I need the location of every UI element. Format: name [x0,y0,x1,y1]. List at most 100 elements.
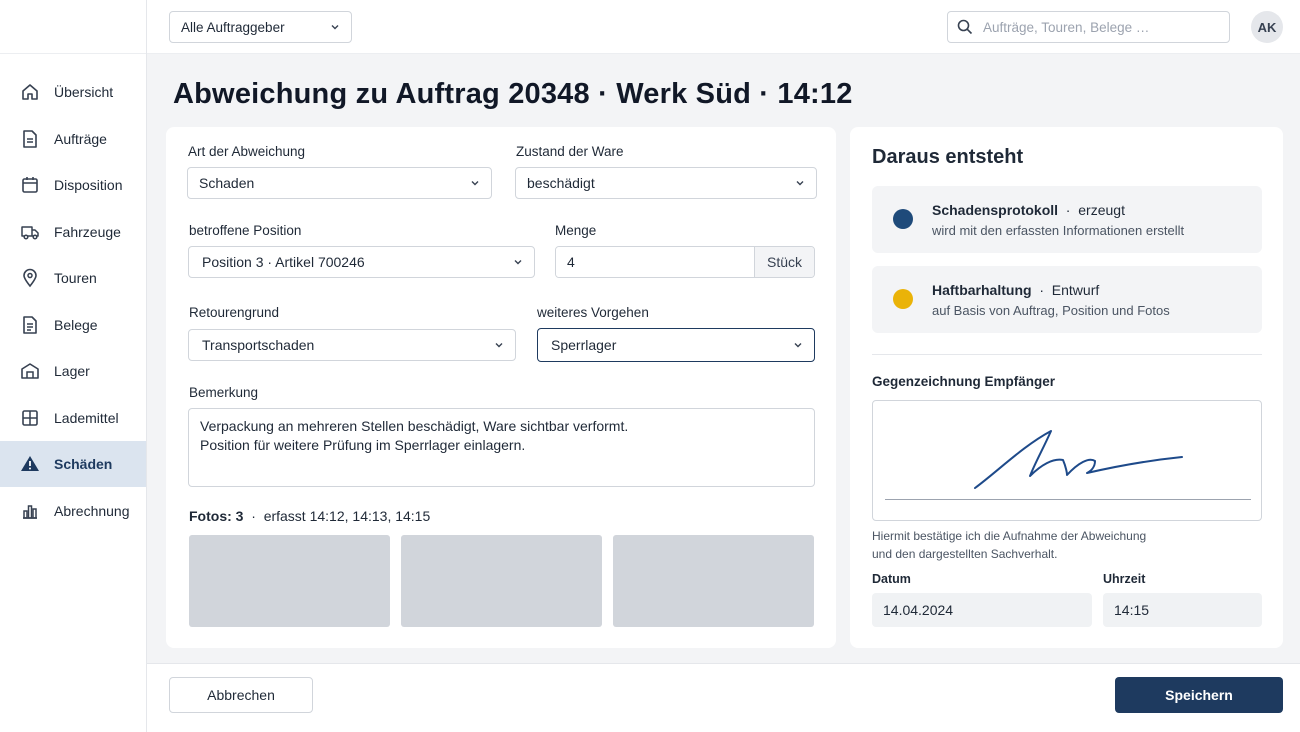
client-select[interactable]: Alle Auftraggeber [169,11,352,43]
zustand-label: Zustand der Ware [516,144,624,159]
result-item-schadensprotokoll: Schadensprotokoll · erzeugt wird mit den… [872,186,1262,253]
photo-thumbnail[interactable] [613,535,814,627]
save-button[interactable]: Speichern [1115,677,1283,713]
warehouse-icon [20,361,40,381]
sidebar-item-fahrzeuge[interactable]: Fahrzeuge [0,209,146,255]
divider [872,354,1262,355]
sidebar-item-label: Übersicht [54,84,114,100]
menge-field[interactable]: Stück [555,246,815,278]
uhrzeit-field[interactable]: 14:15 [1103,593,1262,627]
datum-label: Datum [872,572,911,586]
photos-count: Fotos: 3 [189,508,244,524]
result-item-desc: wird mit den erfassten Informationen ers… [932,223,1185,238]
datum-field[interactable]: 14.04.2024 [872,593,1092,627]
bemerkung-textarea[interactable]: Verpackung an mehreren Stellen beschädig… [188,408,815,487]
sidebar-item-auftraege[interactable]: Aufträge [0,116,146,162]
receipt-icon [20,315,40,335]
sidebar-item-label: Lager [54,363,90,379]
signature-pad[interactable] [872,400,1262,521]
top-bar: Alle Auftraggeber AK [147,0,1300,54]
photo-thumbnail[interactable] [189,535,390,627]
sidebar-item-uebersicht[interactable]: Übersicht [0,69,146,115]
cancel-button[interactable]: Abbrechen [169,677,313,713]
avatar[interactable]: AK [1251,11,1283,43]
vorgehen-label: weiteres Vorgehen [537,305,649,320]
result-item-name: Schadensprotokoll [932,202,1059,218]
art-select[interactable]: Schaden [187,167,492,199]
chevron-down-icon [471,181,479,186]
client-select-value: Alle Auftraggeber [181,19,285,35]
separator-dot: · [1061,202,1075,218]
result-item-haftbarhaltung: Haftbarhaltung · Entwurf auf Basis von A… [872,266,1262,333]
menge-input[interactable] [556,247,754,277]
zustand-select[interactable]: beschädigt [515,167,817,199]
menge-label: Menge [555,223,597,238]
sidebar-item-disposition[interactable]: Disposition [0,162,146,208]
sidebar-item-label: Belege [54,316,98,333]
result-item-status: erzeugt [1078,202,1125,218]
sidebar-item-abrechnung[interactable]: Abrechnung [0,488,146,534]
chevron-down-icon [331,25,339,30]
bemerkung-line: Verpackung an mehreren Stellen beschädig… [200,418,629,434]
result-item-status: Entwurf [1051,282,1100,298]
confirmation-line: Hiermit bestätige ich die Aufnahme der A… [872,529,1147,543]
chevron-down-icon [495,343,503,348]
result-title: Daraus entsteht [872,146,1024,168]
result-card: Daraus entsteht Schadensprotokoll · erze… [850,127,1283,648]
photos-times: erfasst 14:12, 14:13, 14:15 [263,508,431,524]
signature-label: Gegenzeichnung Empfänger [872,374,1056,389]
zustand-select-value: beschädigt [527,175,595,191]
retourengrund-select-value: Transportschaden [202,337,315,353]
chevron-down-icon [514,260,522,265]
page-title: Abweichung zu Auftrag 20348 · Werk Süd ·… [173,78,853,110]
confirmation-text: Hiermit bestätige ich die Aufnahme der A… [872,528,1146,563]
bemerkung-label: Bemerkung [189,385,259,400]
warning-icon [20,454,40,474]
signature-baseline [885,499,1251,500]
retourengrund-label: Retourengrund [189,305,280,320]
vorgehen-select[interactable]: Sperrlager [537,328,815,362]
art-label: Art der Abweichung [188,144,306,159]
truck-icon [20,222,40,242]
sidebar-item-touren[interactable]: Touren [0,255,146,301]
result-item-title: Haftbarhaltung · Entwurf [932,282,1099,298]
sidebar-item-label: Disposition [54,177,123,193]
document-icon [20,129,40,149]
sidebar-header [0,0,146,54]
uhrzeit-label: Uhrzeit [1103,572,1146,586]
retourengrund-select[interactable]: Transportschaden [188,329,516,361]
sidebar-item-belege[interactable]: Belege [0,302,146,348]
sidebar-item-lademittel[interactable]: Lademittel [0,395,146,441]
pallet-icon [20,408,40,428]
position-select[interactable]: Position 3 · Artikel 700246 [188,246,535,278]
art-select-value: Schaden [199,175,255,191]
separator-dot: · [1035,282,1048,298]
map-pin-icon [20,268,40,288]
separator-dot: · [247,508,260,524]
search-input[interactable] [983,19,1213,35]
status-dot [893,289,913,309]
signature-stroke [974,430,1183,489]
result-item-title: Schadensprotokoll · erzeugt [932,202,1125,218]
sidebar-item-label: Schäden [54,456,113,472]
vorgehen-select-value: Sperrlager [551,337,617,353]
status-dot [893,209,913,229]
bar-chart-icon [20,501,40,521]
search-icon [957,19,973,35]
position-label: betroffene Position [189,223,302,238]
chevron-down-icon [796,181,804,186]
sidebar-item-lager[interactable]: Lager [0,348,146,394]
search-box[interactable] [947,11,1230,43]
sidebar-nav: Übersicht Aufträge Disposition Fahrzeuge… [0,69,146,534]
home-icon [20,82,40,102]
calendar-icon [20,175,40,195]
menge-unit: Stück [754,247,814,277]
result-item-desc: auf Basis von Auftrag, Position und Foto… [932,303,1170,318]
sidebar-item-label: Aufträge [54,130,107,147]
sidebar-item-schaeden[interactable]: Schäden [0,441,146,487]
bemerkung-line: Position für weitere Prüfung im Sperrlag… [200,436,526,453]
position-select-value: Position 3 · Artikel 700246 [202,254,365,270]
sidebar-item-label: Touren [54,270,97,286]
sidebar-item-label: Fahrzeuge [54,223,121,240]
photo-thumbnail[interactable] [401,535,602,627]
